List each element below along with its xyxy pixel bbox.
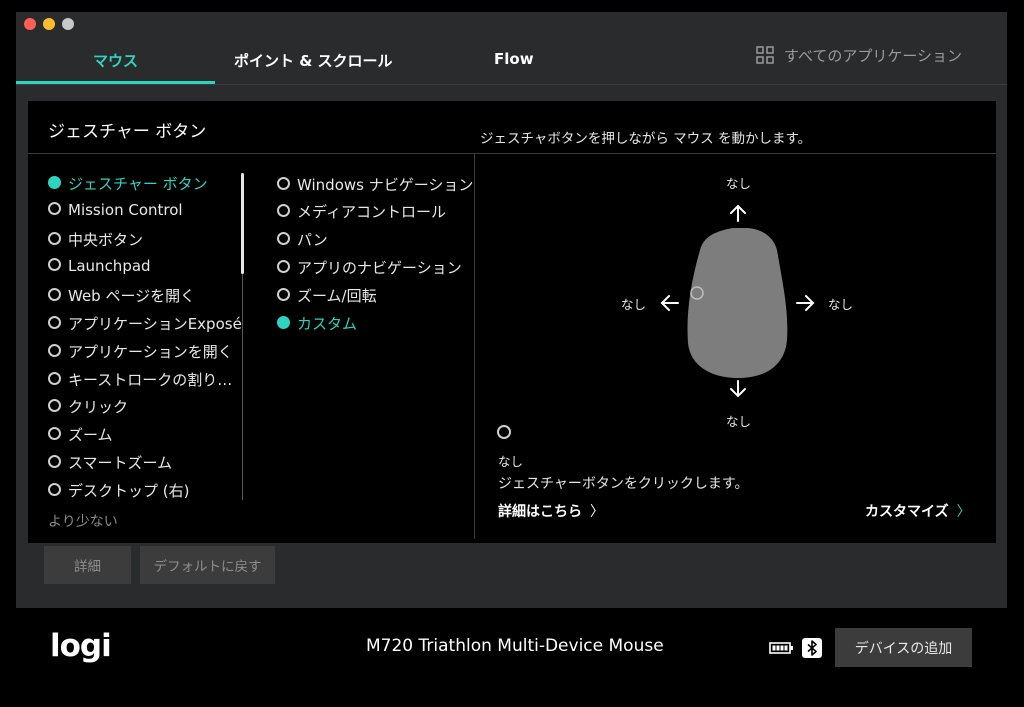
- option-label: ズーム: [68, 426, 113, 444]
- option-click[interactable]: クリック: [48, 396, 128, 417]
- option-label: パン: [297, 231, 328, 249]
- logi-logo: logi: [50, 628, 112, 664]
- option-label: ジェスチャー ボタン: [68, 175, 208, 193]
- scrollbar-track: [242, 274, 243, 500]
- scrollbar-thumb[interactable]: [241, 173, 244, 274]
- option-gesture-button[interactable]: ジェスチャー ボタン: [48, 173, 208, 194]
- device-name: M720 Triathlon Multi-Device Mouse: [366, 636, 664, 656]
- option-label: キーストロークの割り…: [68, 371, 233, 389]
- radio-unselected: [48, 372, 61, 385]
- click-action-description: ジェスチャーボタンをクリックします。: [498, 476, 749, 492]
- radio-unselected: [277, 204, 290, 217]
- apps-grid-icon: [756, 46, 774, 64]
- option-desktop-right[interactable]: デスクトップ (右): [48, 480, 189, 501]
- option-open-application[interactable]: アプリケーションを開く: [48, 341, 233, 362]
- bluetooth-icon: [802, 638, 822, 658]
- radio-unselected: [48, 316, 61, 329]
- window-minimize-button[interactable]: [43, 18, 55, 30]
- customize-label: カスタマイズ: [865, 504, 949, 520]
- radio-unselected: [277, 288, 290, 301]
- option-middle-button[interactable]: 中央ボタン: [48, 229, 143, 250]
- restore-defaults-button[interactable]: デフォルトに戻す: [140, 546, 275, 584]
- option-mission-control[interactable]: Mission Control: [48, 201, 183, 219]
- add-device-button[interactable]: デバイスの追加: [835, 628, 972, 667]
- option-keystroke-assignment[interactable]: キーストロークの割り…: [48, 369, 232, 390]
- radio-unselected: [277, 260, 290, 273]
- radio-unselected: [48, 288, 61, 301]
- option-windows-navigation[interactable]: Windows ナビゲーション: [277, 174, 473, 195]
- battery-icon: [769, 642, 793, 654]
- tab-flow[interactable]: Flow: [494, 50, 534, 68]
- option-label: アプリケーションExposé: [68, 315, 242, 333]
- show-fewer-link[interactable]: より少ない: [48, 511, 118, 531]
- radio-unselected: [48, 232, 61, 245]
- panel-title: ジェスチャー ボタン: [48, 122, 207, 142]
- all-applications-button[interactable]: すべてのアプリケーション: [756, 45, 962, 66]
- customize-link[interactable]: カスタマイズ〉: [865, 501, 971, 521]
- radio-unselected: [48, 258, 61, 271]
- window-close-button[interactable]: [24, 18, 36, 30]
- arrow-down-icon: [730, 380, 746, 398]
- option-label: クリック: [68, 398, 129, 416]
- radio-selected: [48, 176, 61, 189]
- radio-unselected: [48, 483, 61, 496]
- option-label: Launchpad: [68, 257, 151, 275]
- option-label: アプリのナビゲーション: [297, 259, 462, 277]
- option-launchpad[interactable]: Launchpad: [48, 257, 151, 275]
- all-applications-label: すべてのアプリケーション: [784, 47, 963, 65]
- option-label: Windows ナビゲーション: [297, 176, 474, 194]
- option-open-web-page[interactable]: Web ページを開く: [48, 285, 195, 306]
- details-button[interactable]: 詳細: [44, 546, 131, 584]
- mouse-silhouette: [687, 228, 788, 378]
- gesture-up-label: なし: [726, 176, 752, 191]
- learn-more-link[interactable]: 詳細はこちら〉: [498, 501, 604, 521]
- tab-point-scroll[interactable]: ポイント & スクロール: [234, 50, 393, 71]
- click-action-value: なし: [498, 454, 524, 469]
- tab-mouse[interactable]: マウス: [93, 50, 138, 71]
- arrow-up-icon: [730, 204, 746, 222]
- panel-vertical-divider: [474, 154, 475, 539]
- option-zoom-rotate[interactable]: ズーム/回転: [277, 285, 377, 306]
- gesture-right-label: なし: [828, 297, 854, 312]
- option-label: スマートズーム: [68, 454, 173, 472]
- chevron-right-icon: 〉: [590, 504, 604, 520]
- option-media-control[interactable]: メディアコントロール: [277, 201, 446, 222]
- radio-unselected: [48, 427, 61, 440]
- option-zoom[interactable]: ズーム: [48, 424, 113, 445]
- radio-selected: [277, 316, 290, 329]
- panel-divider: [28, 153, 996, 154]
- radio-unselected: [48, 399, 61, 412]
- option-label: 中央ボタン: [68, 231, 144, 249]
- arrow-left-icon: [660, 295, 679, 311]
- option-label: カスタム: [297, 315, 358, 333]
- option-label: メディアコントロール: [297, 203, 446, 221]
- radio-unselected: [48, 344, 61, 357]
- gesture-down-label: なし: [726, 414, 752, 429]
- window-maximize-button[interactable]: [62, 18, 74, 30]
- option-custom[interactable]: カスタム: [277, 313, 357, 334]
- click-action-radio[interactable]: [497, 425, 511, 439]
- option-label: アプリケーションを開く: [68, 343, 233, 361]
- option-app-navigation[interactable]: アプリのナビゲーション: [277, 257, 462, 278]
- option-app-expose[interactable]: アプリケーションExposé: [48, 313, 242, 334]
- learn-more-label: 詳細はこちら: [498, 504, 582, 520]
- panel-description: ジェスチャボタンを押しながら マウス を動かします。: [480, 131, 812, 147]
- option-label: Web ページを開く: [68, 287, 196, 305]
- gesture-left-label: なし: [621, 297, 647, 312]
- option-pan[interactable]: パン: [277, 229, 328, 250]
- radio-unselected: [48, 202, 61, 215]
- radio-unselected: [48, 455, 61, 468]
- header-divider: [16, 84, 1007, 85]
- option-label: ズーム/回転: [297, 287, 377, 305]
- radio-unselected: [277, 177, 290, 190]
- radio-unselected: [277, 232, 290, 245]
- option-label: Mission Control: [68, 201, 183, 219]
- option-label: デスクトップ (右): [68, 482, 190, 500]
- chevron-right-icon: 〉: [956, 504, 971, 520]
- arrow-right-icon: [796, 295, 815, 311]
- option-smart-zoom[interactable]: スマートズーム: [48, 452, 172, 473]
